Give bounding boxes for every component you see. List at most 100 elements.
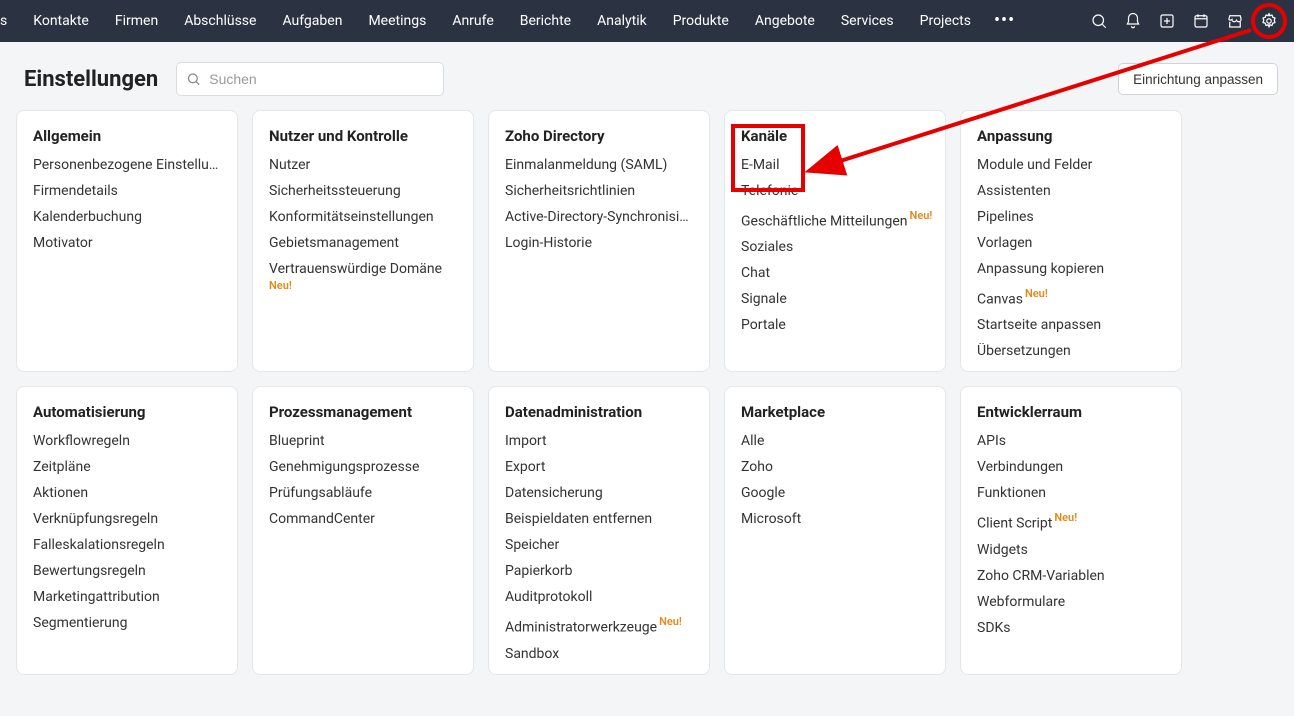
- settings-link[interactable]: Anpassung kopieren: [977, 261, 1165, 277]
- settings-link[interactable]: Module und Felder: [977, 157, 1165, 173]
- settings-link[interactable]: E-Mail: [741, 157, 929, 173]
- settings-link[interactable]: Vertrauenswürdige Domäne: [269, 261, 457, 277]
- nav-item-abschlüsse[interactable]: Abschlüsse: [171, 13, 269, 29]
- settings-link[interactable]: Login-Historie: [505, 235, 693, 251]
- settings-link[interactable]: CommandCenter: [269, 511, 457, 527]
- settings-link[interactable]: Segmentierung: [33, 615, 221, 631]
- settings-link[interactable]: Chat: [741, 265, 929, 281]
- nav-item-services[interactable]: Services: [828, 13, 907, 29]
- settings-card-prozessmanagement: Prozessmanagement Blueprint Genehmigungspr…: [252, 386, 474, 674]
- nav-right: [1088, 10, 1286, 32]
- nav-item-angebote[interactable]: Angebote: [742, 13, 828, 29]
- settings-link[interactable]: Kalenderbuchung: [33, 209, 221, 225]
- settings-link[interactable]: Assistenten: [977, 183, 1165, 199]
- settings-link[interactable]: Workflowregeln: [33, 433, 221, 449]
- settings-link[interactable]: Sicherheitssteuerung: [269, 183, 457, 199]
- settings-link[interactable]: Startseite anpassen: [977, 317, 1165, 333]
- nav-item-firmen[interactable]: Firmen: [102, 13, 171, 29]
- card-list: Einmalanmeldung (SAML) Sicherheitsrichtli…: [505, 157, 693, 251]
- settings-link[interactable]: Soziales: [741, 239, 929, 255]
- new-badge: Neu!: [910, 209, 933, 222]
- card-list: Nutzer Sicherheitssteuerung Konformitätsei…: [269, 157, 457, 292]
- card-title: Marketplace: [741, 403, 929, 421]
- settings-link[interactable]: Firmendetails: [33, 183, 221, 199]
- new-badge: Neu!: [269, 279, 457, 292]
- card-title: Anpassung: [977, 127, 1165, 145]
- settings-link[interactable]: Prüfungsabläufe: [269, 485, 457, 501]
- search-icon[interactable]: [1088, 10, 1110, 32]
- new-badge: Neu!: [659, 615, 682, 628]
- card-title: Prozessmanagement: [269, 403, 457, 421]
- card-list: APIsVerbindungenFunktionenClient ScriptN…: [977, 433, 1165, 635]
- settings-link[interactable]: Verknüpfungsregeln: [33, 511, 221, 527]
- settings-link[interactable]: Zoho CRM-Variablen: [977, 568, 1165, 584]
- settings-link[interactable]: Widgets: [977, 542, 1165, 558]
- settings-link[interactable]: Beispieldaten entfernen: [505, 511, 693, 527]
- card-list: Module und Felder Assistenten Pipelines Vor…: [977, 157, 1165, 359]
- settings-grid-row2: AutomatisierungWorkflowregelnZeitpläneAk…: [0, 386, 1294, 674]
- settings-link[interactable]: Datensicherung: [505, 485, 693, 501]
- nav-item-produkte[interactable]: Produkte: [660, 13, 742, 29]
- store-icon[interactable]: [1224, 10, 1246, 32]
- customize-button[interactable]: Einrichtung anpassen: [1118, 63, 1278, 95]
- settings-link[interactable]: Microsoft: [741, 511, 929, 527]
- settings-link[interactable]: Motivator: [33, 235, 221, 251]
- page-title: Einstellungen: [24, 67, 158, 92]
- settings-link[interactable]: Export: [505, 459, 693, 475]
- settings-link[interactable]: Nutzer: [269, 157, 457, 173]
- settings-link[interactable]: APIs: [977, 433, 1165, 449]
- settings-link[interactable]: Marketingattribution: [33, 589, 221, 605]
- nav-item-analytik[interactable]: Analytik: [584, 13, 660, 29]
- settings-link[interactable]: Konformitätseinstellungen: [269, 209, 457, 225]
- settings-link[interactable]: Sicherheitsrichtlinien: [505, 183, 693, 199]
- settings-link[interactable]: Import: [505, 433, 693, 449]
- settings-link[interactable]: Zeitpläne: [33, 459, 221, 475]
- settings-link[interactable]: Auditprotokoll: [505, 589, 693, 605]
- search-input[interactable]: [176, 62, 444, 96]
- settings-link[interactable]: Einmalanmeldung (SAML): [505, 157, 693, 173]
- settings-link[interactable]: Blueprint: [269, 433, 457, 449]
- settings-link[interactable]: Portale: [741, 317, 929, 333]
- add-icon[interactable]: [1156, 10, 1178, 32]
- settings-link[interactable]: Aktionen: [33, 485, 221, 501]
- settings-link[interactable]: Genehmigungsprozesse: [269, 459, 457, 475]
- settings-link[interactable]: Alle: [741, 433, 929, 449]
- settings-link[interactable]: Webformulare: [977, 594, 1165, 610]
- bell-icon[interactable]: [1122, 10, 1144, 32]
- settings-link[interactable]: Speicher: [505, 537, 693, 553]
- settings-link[interactable]: SDKs: [977, 620, 1165, 636]
- settings-link[interactable]: Google: [741, 485, 929, 501]
- nav-item-projects[interactable]: Projects: [907, 13, 984, 29]
- nav-item-s[interactable]: s: [0, 13, 20, 29]
- settings-link[interactable]: Zoho: [741, 459, 929, 475]
- nav-item-meetings[interactable]: Meetings: [355, 13, 439, 29]
- settings-link[interactable]: Papierkorb: [505, 563, 693, 579]
- settings-link[interactable]: Active-Directory-Synchronisierung: [505, 209, 693, 225]
- nav-item-anrufe[interactable]: Anrufe: [439, 13, 506, 29]
- settings-link[interactable]: Geschäftliche Mitteilungen: [741, 213, 908, 229]
- settings-link[interactable]: Verbindungen: [977, 459, 1165, 475]
- settings-link[interactable]: Telefonie: [741, 183, 929, 199]
- settings-link[interactable]: Vorlagen: [977, 235, 1165, 251]
- settings-link[interactable]: Gebietsmanagement: [269, 235, 457, 251]
- settings-card-marketplace: Marketplace Alle Zoho Google Microsoft: [724, 386, 946, 674]
- nav-item-aufgaben[interactable]: Aufgaben: [269, 13, 355, 29]
- nav-item-kontakte[interactable]: Kontakte: [20, 13, 102, 29]
- search-wrap: [176, 62, 444, 96]
- settings-link[interactable]: Canvas: [977, 291, 1023, 307]
- settings-link[interactable]: Administratorwerkzeuge: [505, 620, 657, 636]
- settings-link[interactable]: Signale: [741, 291, 929, 307]
- settings-link[interactable]: Übersetzungen: [977, 343, 1165, 359]
- card-title: Zoho Directory: [505, 127, 693, 145]
- settings-link[interactable]: Bewertungsregeln: [33, 563, 221, 579]
- settings-link[interactable]: Personenbezogene Einstellungen: [33, 157, 221, 173]
- calendar-icon[interactable]: [1190, 10, 1212, 32]
- nav-more[interactable]: •••: [984, 12, 1025, 30]
- gear-icon[interactable]: [1258, 10, 1280, 32]
- settings-link[interactable]: Falleskalationsregeln: [33, 537, 221, 553]
- settings-link[interactable]: Funktionen: [977, 485, 1165, 501]
- nav-item-berichte[interactable]: Berichte: [507, 13, 584, 29]
- settings-link[interactable]: Client Script: [977, 516, 1052, 532]
- settings-link[interactable]: Pipelines: [977, 209, 1165, 225]
- settings-link[interactable]: Sandbox: [505, 646, 693, 662]
